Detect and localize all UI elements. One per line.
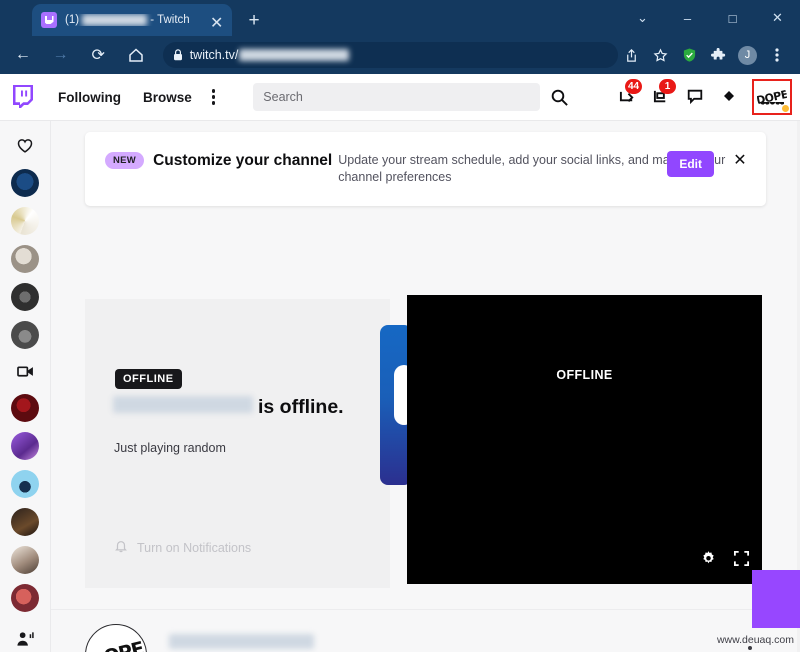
offline-headline: ███████████ is offline.	[113, 396, 344, 419]
sidebar-channel-6[interactable]	[11, 394, 39, 423]
search-area: Search	[253, 83, 570, 111]
twitch-logo-icon[interactable]	[10, 83, 36, 111]
browser-profile-avatar[interactable]: J	[734, 42, 761, 69]
url-host: twitch.tv/	[189, 48, 239, 62]
profile-initial: J	[738, 45, 757, 65]
channel-content: NEW Customize your channel Update your s…	[51, 121, 800, 652]
sidebar-channel-7[interactable]	[11, 432, 39, 461]
browser-window: (1) ████████ - Twitch ✕ + ⌄ – □ ✕ ← → ⟳	[0, 0, 800, 652]
lock-icon	[173, 49, 183, 61]
user-avatar-highlight[interactable]: DOPE	[752, 79, 792, 115]
address-bar[interactable]: twitch.tv/ █████████	[162, 42, 618, 68]
sidebar-channel-8[interactable]	[11, 470, 39, 499]
settings-gear-icon[interactable]	[700, 550, 717, 572]
channel-avatar-text: DOPE	[87, 637, 146, 652]
bell-icon	[114, 539, 128, 557]
player-offline-label: OFFLINE	[556, 368, 613, 382]
channel-more-icon[interactable]	[748, 645, 752, 652]
sidebar-channel-5[interactable]	[11, 320, 39, 349]
video-player[interactable]: OFFLINE	[407, 295, 762, 584]
offline-channel-redacted: ███████████	[113, 396, 253, 413]
user-avatar-text: DOPE	[757, 87, 787, 107]
sidebar-videos[interactable]	[12, 359, 38, 385]
search-icon[interactable]	[548, 86, 570, 108]
offline-badge: OFFLINE	[115, 369, 182, 389]
twitch-favicon	[41, 12, 57, 28]
sidebar-channel-3[interactable]	[11, 244, 39, 273]
turn-on-notifications-label: Turn on Notifications	[137, 541, 252, 555]
player-controls	[700, 550, 750, 572]
bookmark-star-icon[interactable]	[647, 42, 674, 69]
turn-on-notifications-button[interactable]: Turn on Notifications	[114, 539, 251, 557]
forward-icon[interactable]: →	[46, 40, 76, 70]
search-input[interactable]: Search	[253, 83, 541, 111]
close-window-button[interactable]: ✕	[755, 3, 800, 33]
share-icon[interactable]	[618, 42, 645, 69]
inbox-icon[interactable]: 1	[650, 79, 676, 108]
tab-title-redacted: ████████	[82, 14, 148, 26]
sidebar-channel-9[interactable]	[11, 508, 39, 537]
home-icon[interactable]	[121, 40, 151, 70]
prime-loot-badge: 44	[625, 79, 643, 94]
channel-info-bar: DOPE ████████████ 9 followers	[51, 609, 800, 652]
reload-icon[interactable]: ⟳	[83, 40, 113, 70]
status-badge	[782, 105, 789, 112]
bits-icon[interactable]	[718, 86, 740, 108]
sidebar-channel-1[interactable]	[11, 168, 39, 197]
twitch-top-nav: Following Browse Search 44 1 DOPE	[0, 74, 800, 121]
nav-browse[interactable]: Browse	[143, 90, 192, 105]
tab-title-suffix: - Twitch	[150, 14, 190, 26]
offline-headline-suffix: is offline.	[258, 396, 344, 418]
customize-channel-banner: NEW Customize your channel Update your s…	[85, 132, 766, 206]
whispers-icon[interactable]	[684, 86, 706, 108]
channel-name-redacted: ████████████	[169, 634, 314, 649]
banner-title: Customize your channel	[153, 152, 333, 169]
tab-title-prefix: (1)	[65, 14, 80, 26]
shield-extension-icon[interactable]	[676, 42, 703, 69]
left-sidebar	[0, 121, 51, 652]
new-badge: NEW	[105, 152, 145, 169]
back-icon[interactable]: ←	[8, 40, 38, 70]
tab-close-icon[interactable]: ✕	[210, 13, 224, 32]
browser-nav-bar: ← → ⟳ twitch.tv/ █████████	[0, 36, 800, 74]
prime-loot-icon[interactable]: 44	[616, 79, 643, 108]
url-text: twitch.tv/ █████████	[190, 48, 350, 62]
twitch-header-right: 44 1 DOPE	[616, 79, 800, 115]
new-tab-button[interactable]: +	[244, 10, 264, 30]
nav-following[interactable]: Following	[58, 90, 121, 105]
offline-subtitle: Just playing random	[114, 441, 226, 455]
minimize-button[interactable]: –	[665, 3, 710, 33]
browser-toolbar-icons: J	[618, 42, 800, 69]
sidebar-channel-10[interactable]	[11, 546, 39, 575]
edit-button[interactable]: Edit	[667, 151, 714, 177]
offline-hero: OFFLINE ███████████ is offline. Just pla…	[85, 295, 766, 588]
maximize-button[interactable]: □	[710, 3, 755, 33]
inbox-badge: 1	[659, 79, 676, 94]
banner-line: NEW Customize your channel Update your s…	[105, 152, 752, 186]
sidebar-channel-11[interactable]	[11, 584, 39, 613]
browser-tabstrip-area: (1) ████████ - Twitch ✕ + ⌄ – □ ✕	[0, 0, 800, 36]
fullscreen-icon[interactable]	[733, 550, 750, 572]
more-vertical-icon[interactable]	[211, 89, 216, 105]
offline-card: OFFLINE ███████████ is offline. Just pla…	[85, 299, 390, 588]
watermark: www.deuaq.com	[716, 634, 794, 646]
browser-tab-twitch[interactable]: (1) ████████ - Twitch ✕	[32, 4, 232, 36]
sidebar-friends[interactable]	[12, 626, 38, 652]
tab-search-chevron-icon[interactable]: ⌄	[620, 3, 665, 33]
sidebar-channel-2[interactable]	[11, 206, 39, 235]
window-controls: ⌄ – □ ✕	[620, 0, 800, 36]
puzzle-extension-icon[interactable]	[705, 42, 732, 69]
channel-meta: ████████████ 9 followers	[169, 634, 314, 652]
channel-name: ████████████	[169, 634, 314, 649]
close-icon[interactable]: ✕	[730, 150, 750, 170]
tab-title: (1) ████████ - Twitch	[65, 14, 190, 26]
chrome-menu-icon[interactable]	[763, 42, 790, 69]
url-path-redacted: █████████	[239, 49, 350, 61]
decorative-purple-block	[752, 570, 800, 628]
channel-avatar[interactable]: DOPE	[85, 623, 147, 652]
twitch-page: Following Browse Search 44 1 DOPE NEW Cu…	[0, 74, 800, 652]
sidebar-channel-4[interactable]	[11, 282, 39, 311]
tabstrip: (1) ████████ - Twitch ✕ +	[0, 0, 620, 36]
sidebar-followed-heart[interactable]	[12, 133, 38, 159]
